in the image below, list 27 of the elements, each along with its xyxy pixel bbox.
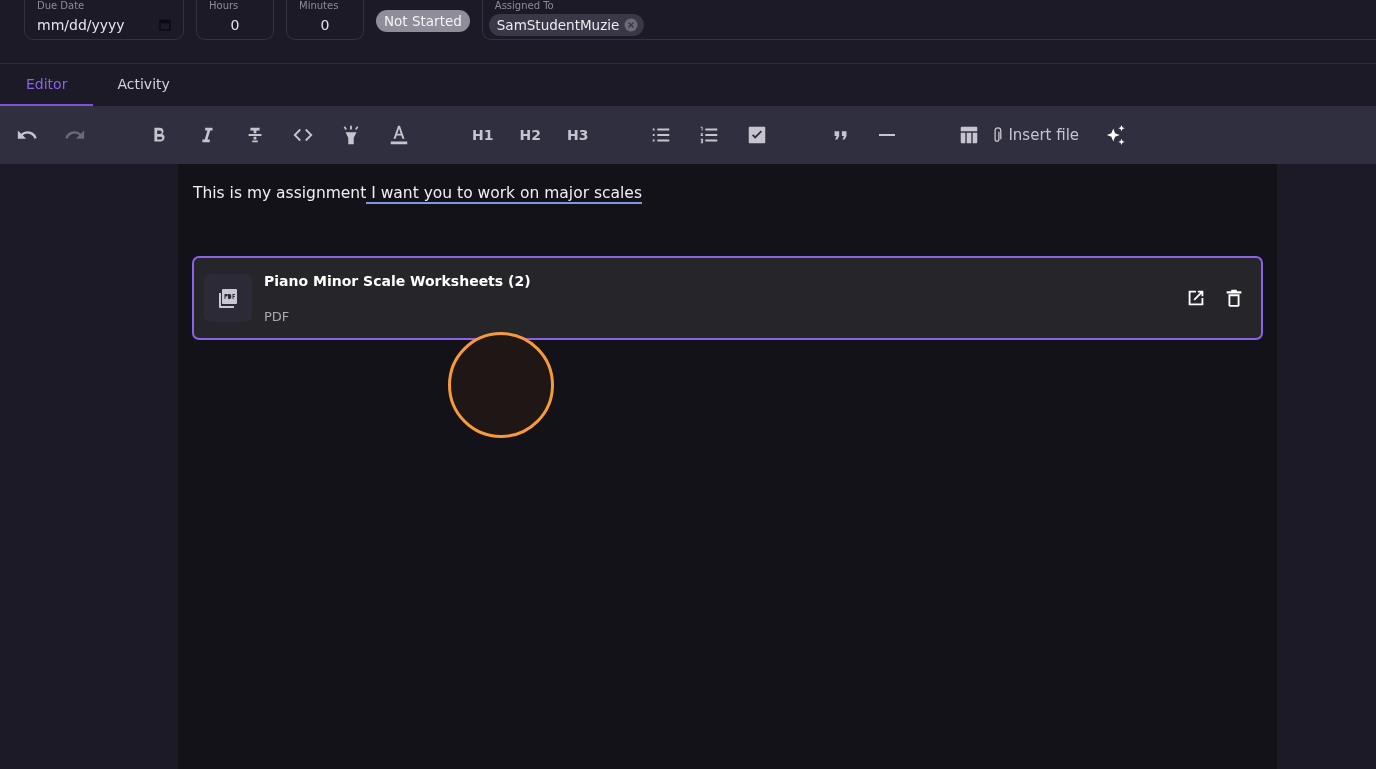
rule-button[interactable] xyxy=(878,133,897,137)
pdf-file-icon xyxy=(204,274,252,322)
field-label: Due Date xyxy=(37,1,85,11)
heading-button[interactable]: H1 xyxy=(472,127,494,143)
color-button[interactable] xyxy=(388,124,410,146)
color-icon xyxy=(388,124,410,146)
assignee-field[interactable]: Assigned To SamStudentMuzie xyxy=(481,0,1376,40)
insert-file-button[interactable]: Insert file xyxy=(992,126,1080,144)
date-field[interactable]: Due Date mm/dd/yyyy xyxy=(24,0,184,40)
field-value: 0 xyxy=(320,16,330,33)
heading-button[interactable]: H2 xyxy=(519,127,541,143)
number-field[interactable]: Hours 0 xyxy=(196,0,274,40)
rule-icon xyxy=(878,133,897,137)
tab[interactable]: Activity xyxy=(97,64,190,106)
field-label: Assigned To xyxy=(494,1,554,11)
field-label: Minutes xyxy=(299,1,339,11)
date-placeholder: mm/dd/yyyy xyxy=(37,16,125,33)
field-label: Hours xyxy=(209,1,239,11)
assignee-chip[interactable]: SamStudentMuzie xyxy=(488,13,645,36)
heading-button[interactable]: H3 xyxy=(566,127,589,143)
field-value: 0 xyxy=(230,16,240,33)
attachment-name: Piano Minor Scale Worksheets (2) xyxy=(264,272,532,289)
paragraph: This is my assignment I want you to work on major scales xyxy=(193,184,643,202)
attachment-card[interactable]: Piano Minor Scale Worksheets (2) PDF xyxy=(192,256,1263,340)
paperclip-icon xyxy=(992,126,1003,144)
file-type: PDF xyxy=(264,308,291,324)
number-field[interactable]: Minutes 0 xyxy=(286,0,364,40)
